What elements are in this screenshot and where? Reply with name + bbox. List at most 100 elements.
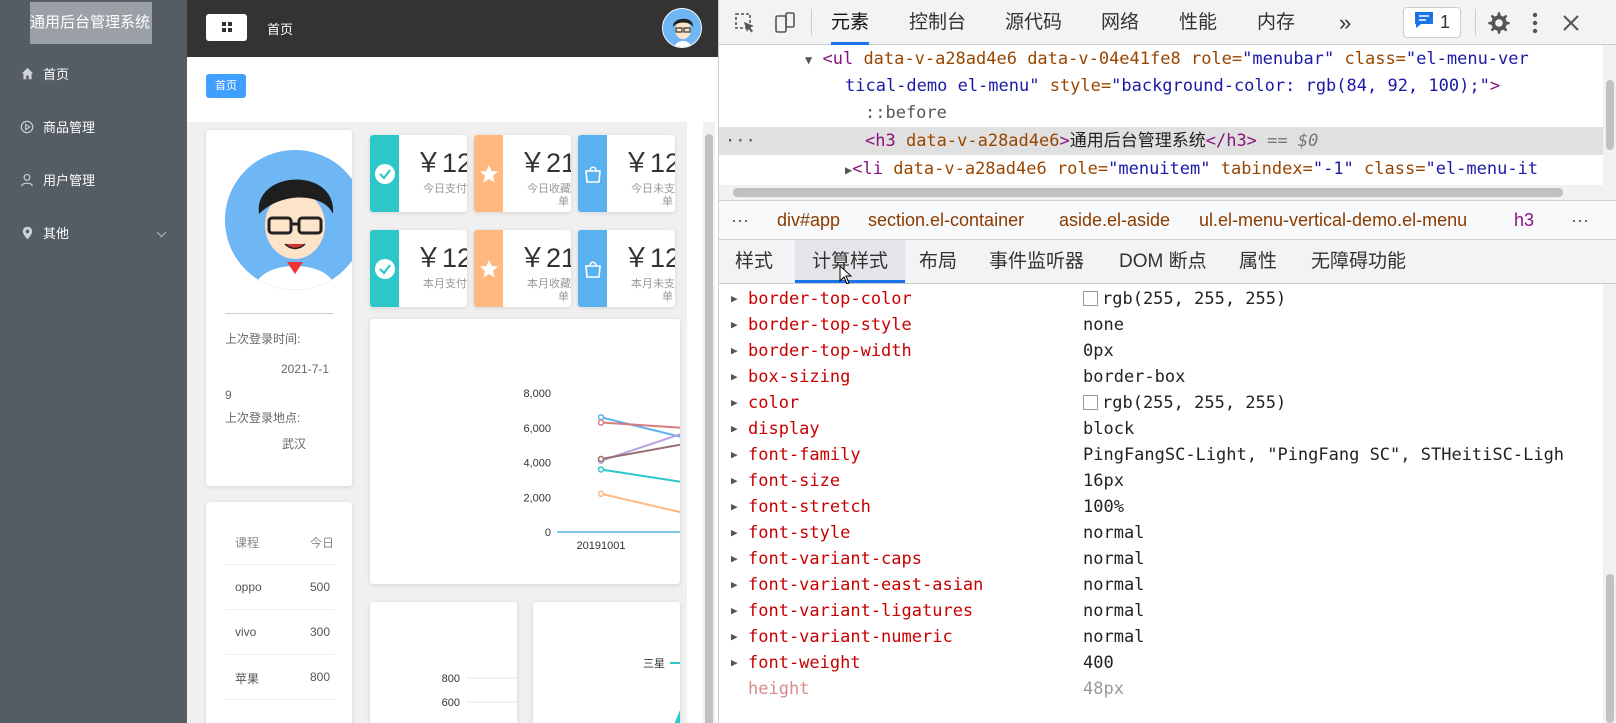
computed-property-row[interactable]: ▶ font-family PingFangSC-Light, "PingFang … bbox=[719, 442, 1603, 468]
node-actions-dots[interactable]: ··· bbox=[725, 127, 756, 155]
expand-triangle-icon[interactable]: ▶ bbox=[731, 338, 738, 364]
computed-property-row[interactable]: ▶ font-weight 400 bbox=[719, 650, 1603, 676]
stat-card: ￥21 今日收藏 单 bbox=[474, 135, 571, 212]
dom-horizontal-scrollbar[interactable] bbox=[719, 185, 1603, 200]
breadcrumb-item[interactable]: aside.el-aside bbox=[1059, 201, 1170, 239]
last-login-time-label: 上次登录时间: bbox=[225, 332, 301, 346]
computed-property-row[interactable]: ▶ border-top-color rgb(255, 255, 255) bbox=[719, 286, 1603, 312]
shopping-bag-icon bbox=[578, 230, 607, 307]
tab-sources[interactable]: 源代码 bbox=[1005, 0, 1062, 45]
expand-triangle-icon[interactable]: ▶ bbox=[731, 494, 738, 520]
avatar[interactable] bbox=[662, 8, 702, 48]
dom-node-ul-cont[interactable]: tical-demo el-menu" style="background-co… bbox=[845, 72, 1500, 100]
dom-node-before[interactable]: ::before bbox=[865, 99, 947, 127]
breadcrumb-item[interactable]: section.el-container bbox=[868, 201, 1024, 239]
more-tabs-button[interactable]: » bbox=[1339, 0, 1351, 45]
data-point[interactable] bbox=[597, 419, 605, 426]
tab-performance[interactable]: 性能 bbox=[1179, 0, 1217, 45]
computed-property-row[interactable]: ▶ border-top-width 0px bbox=[719, 338, 1603, 364]
computed-property-row[interactable]: ▶ font-variant-east-asian normal bbox=[719, 572, 1603, 598]
sidebar-item-other[interactable]: 其他 bbox=[0, 206, 187, 259]
expand-triangle-icon[interactable]: ▶ bbox=[731, 650, 738, 676]
computed-property-row[interactable]: ▶ box-sizing border-box bbox=[719, 364, 1603, 390]
tab-dom-breakpoints[interactable]: DOM 断点 bbox=[1119, 240, 1207, 283]
expand-triangle-icon[interactable]: ▼ bbox=[805, 53, 812, 67]
dom-node-li[interactable]: ▶<li data-v-a28ad4e6 role="menuitem" tab… bbox=[845, 155, 1538, 183]
kebab-menu-icon[interactable] bbox=[1527, 9, 1543, 37]
computed-property-row[interactable]: ▶ color rgb(255, 255, 255) bbox=[719, 390, 1603, 416]
row-divider bbox=[225, 699, 335, 700]
stat-label-suffix: 单 bbox=[558, 196, 569, 208]
scroll-thumb[interactable] bbox=[1606, 80, 1614, 150]
scroll-thumb[interactable] bbox=[1606, 574, 1614, 723]
breadcrumb-item[interactable]: div#app bbox=[777, 201, 840, 239]
data-point[interactable] bbox=[597, 490, 605, 498]
line-chart-card: 02,0004,0006,0008,0002019100120 bbox=[370, 319, 680, 584]
breadcrumb-item-current[interactable]: h3 bbox=[1514, 201, 1534, 239]
computed-property-row[interactable]: ▶ font-variant-caps normal bbox=[719, 546, 1603, 572]
tab-elements[interactable]: 元素 bbox=[831, 0, 870, 45]
expand-triangle-icon[interactable]: ▶ bbox=[731, 572, 738, 598]
tab-network[interactable]: 网络 bbox=[1101, 0, 1139, 45]
pie-chart: 三星 bbox=[643, 657, 680, 723]
tab-console[interactable]: 控制台 bbox=[909, 0, 966, 45]
computed-property-row[interactable]: ▶ font-variant-ligatures normal bbox=[719, 598, 1603, 624]
scroll-thumb[interactable] bbox=[705, 134, 713, 723]
tab-memory[interactable]: 内存 bbox=[1257, 0, 1295, 45]
breadcrumb-scroll-left[interactable]: ··· bbox=[731, 201, 749, 239]
dom-node-ul[interactable]: ▼ <ul data-v-a28ad4e6 data-v-04e41fe8 ro… bbox=[805, 45, 1529, 73]
computed-property-row[interactable]: ▶ font-variant-numeric normal bbox=[719, 624, 1603, 650]
computed-property-row[interactable]: ▶ font-stretch 100% bbox=[719, 494, 1603, 520]
star-icon bbox=[474, 135, 503, 212]
tab-home-tag[interactable]: 首页 bbox=[206, 74, 246, 98]
sidebar-item-products[interactable]: 商品管理 bbox=[0, 100, 187, 153]
issues-button[interactable]: 1 bbox=[1403, 7, 1461, 38]
tab-layout[interactable]: 布局 bbox=[919, 240, 957, 283]
data-point[interactable] bbox=[597, 414, 605, 421]
device-toolbar-icon[interactable] bbox=[771, 9, 799, 37]
breadcrumb-item[interactable]: ul.el-menu-vertical-demo.el-menu bbox=[1199, 201, 1467, 239]
computed-property-row[interactable]: height 48px bbox=[719, 676, 1603, 702]
tab-accessibility[interactable]: 无障碍功能 bbox=[1311, 240, 1406, 283]
expand-triangle-icon[interactable]: ▶ bbox=[731, 312, 738, 338]
main-scrollbar[interactable] bbox=[703, 122, 715, 723]
sidebar-item-users[interactable]: 用户管理 bbox=[0, 153, 187, 206]
tab-properties[interactable]: 属性 bbox=[1239, 240, 1277, 283]
data-point[interactable] bbox=[597, 466, 605, 473]
expand-triangle-icon[interactable]: ▶ bbox=[731, 442, 738, 468]
styles-vertical-scrollbar[interactable] bbox=[1603, 284, 1616, 723]
sidebar-item-label: 用户管理 bbox=[43, 173, 96, 188]
computed-property-row[interactable]: ▶ font-size 16px bbox=[719, 468, 1603, 494]
computed-property-row[interactable]: ▶ display block bbox=[719, 416, 1603, 442]
tab-event-listeners[interactable]: 事件监听器 bbox=[989, 240, 1084, 283]
tab-styles[interactable]: 样式 bbox=[735, 240, 795, 283]
computed-property-row[interactable]: ▶ font-style normal bbox=[719, 520, 1603, 546]
inspect-element-icon[interactable] bbox=[731, 9, 759, 37]
computed-property-row[interactable]: ▶ border-top-style none bbox=[719, 312, 1603, 338]
expand-triangle-icon[interactable]: ▶ bbox=[731, 390, 738, 416]
dom-vertical-scrollbar[interactable] bbox=[1603, 45, 1616, 200]
expand-triangle-icon[interactable]: ▶ bbox=[731, 416, 738, 442]
data-point[interactable] bbox=[597, 455, 605, 463]
breadcrumb[interactable]: 首页 bbox=[267, 19, 293, 38]
grid-icon bbox=[221, 19, 232, 37]
expand-triangle-icon[interactable]: ▶ bbox=[731, 624, 738, 650]
breadcrumb-scroll-right[interactable]: ··· bbox=[1571, 201, 1589, 239]
close-icon[interactable] bbox=[1557, 9, 1585, 37]
expand-triangle-icon[interactable]: ▶ bbox=[731, 546, 738, 572]
color-swatch[interactable] bbox=[1083, 395, 1098, 410]
collapse-menu-button[interactable] bbox=[206, 14, 247, 41]
separator bbox=[1475, 9, 1476, 35]
color-swatch[interactable] bbox=[1083, 291, 1098, 306]
expand-triangle-icon[interactable]: ▶ bbox=[731, 468, 738, 494]
expand-triangle-icon[interactable]: ▶ bbox=[731, 286, 738, 312]
expand-triangle-icon[interactable]: ▶ bbox=[731, 520, 738, 546]
sidebar-item-home[interactable]: 首页 bbox=[0, 47, 187, 100]
dom-node-h3[interactable]: <h3 data-v-a28ad4e6>通用后台管理系统</h3> == $0 bbox=[865, 127, 1318, 155]
scroll-thumb[interactable] bbox=[733, 188, 1563, 197]
bar-chart: 800 600 bbox=[442, 673, 517, 709]
expand-triangle-icon[interactable]: ▶ bbox=[731, 364, 738, 390]
gear-icon[interactable] bbox=[1485, 9, 1513, 37]
brand-title: 通用后台管理系统 bbox=[30, 2, 152, 44]
expand-triangle-icon[interactable]: ▶ bbox=[731, 598, 738, 624]
